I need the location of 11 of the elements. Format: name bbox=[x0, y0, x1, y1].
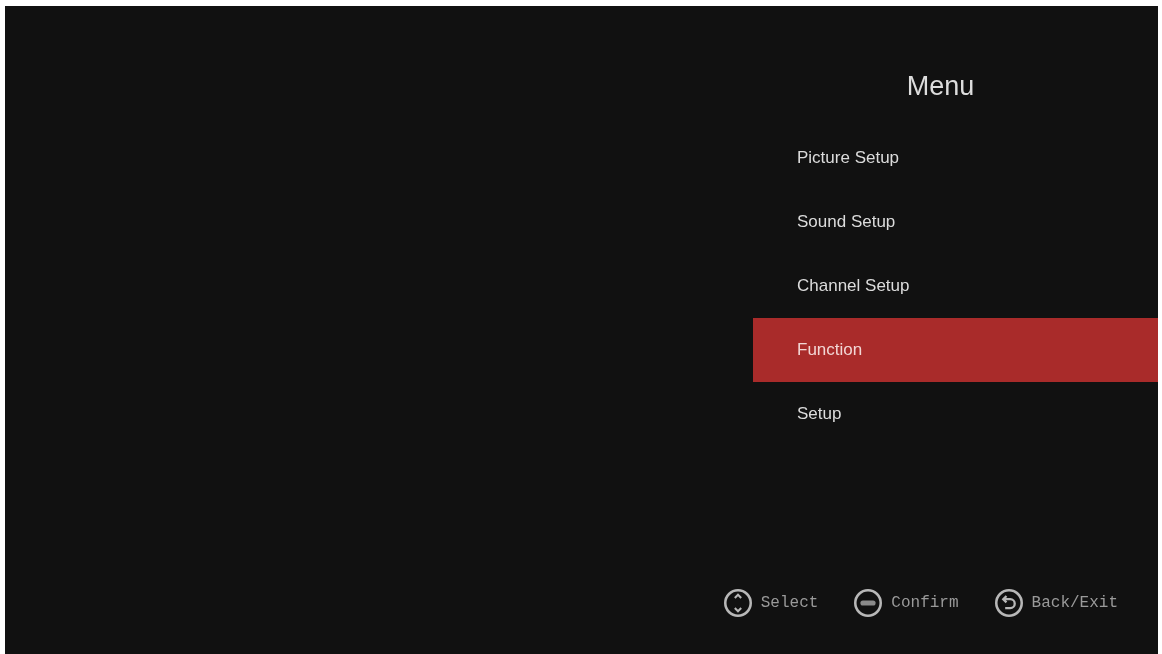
hint-label: Back/Exit bbox=[1031, 593, 1118, 614]
menu-item[interactable]: Picture Setup bbox=[753, 126, 1158, 190]
hint-label: Confirm bbox=[891, 593, 959, 614]
menu-title: Menu bbox=[906, 70, 975, 102]
menu-item[interactable]: Channel Setup bbox=[753, 254, 1158, 318]
ok-circle-icon bbox=[854, 589, 883, 617]
up-down-arrows-icon bbox=[723, 589, 752, 617]
menu-item[interactable]: Function bbox=[753, 318, 1158, 382]
menu-item[interactable]: Setup bbox=[753, 382, 1158, 446]
hint-label: Select bbox=[760, 593, 819, 614]
menu-item[interactable]: Sound Setup bbox=[753, 190, 1158, 254]
